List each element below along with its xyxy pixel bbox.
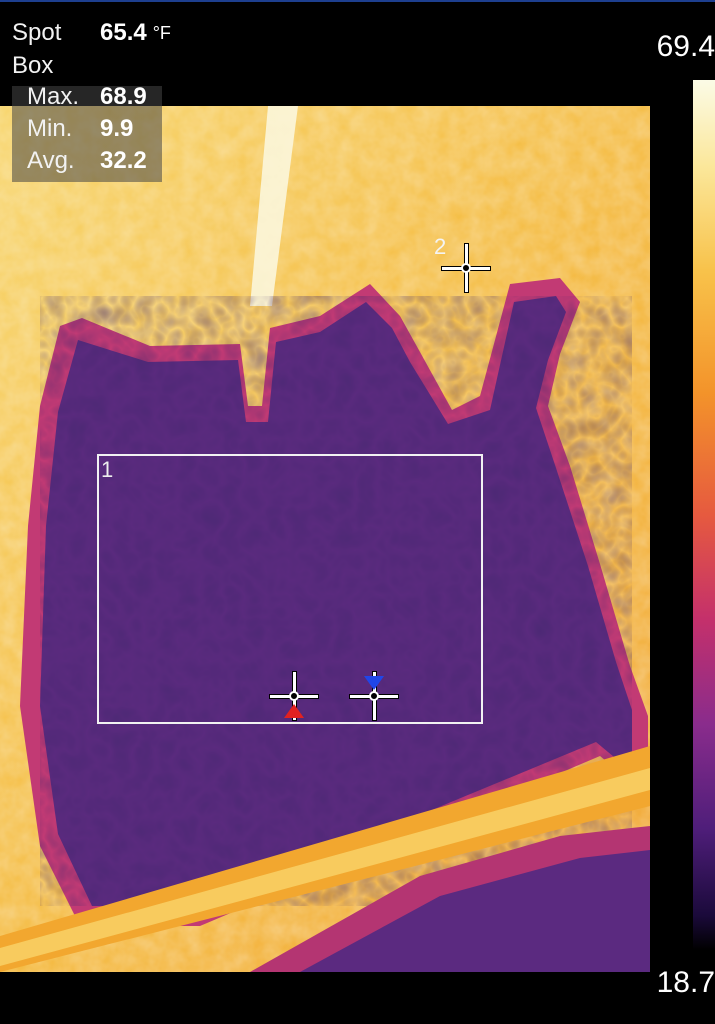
top-rule [0, 0, 715, 2]
color-scale-bar [693, 80, 715, 950]
box-id-label: 1 [101, 457, 114, 482]
spot-value: 65.4 [100, 19, 147, 46]
max-value: 68.9 [100, 83, 147, 110]
max-marker-icon [284, 704, 304, 718]
min-center-dot [369, 691, 379, 701]
spot-label: Spot [12, 19, 62, 46]
box-label: Box [12, 52, 54, 79]
min-label: Min. [27, 115, 73, 142]
avg-value: 32.2 [100, 147, 147, 174]
spot-center-dot [461, 263, 471, 273]
min-marker-icon [364, 676, 384, 690]
avg-label: Avg. [27, 147, 75, 174]
spot-crosshair-icon[interactable] [442, 244, 490, 292]
min-value: 9.9 [100, 115, 134, 142]
scale-min-value: 18.7 [656, 966, 715, 999]
max-label: Max. [27, 83, 80, 110]
temperature-unit: °F [152, 23, 171, 43]
scale-max-value: 69.4 [656, 30, 715, 63]
max-center-dot [289, 691, 299, 701]
